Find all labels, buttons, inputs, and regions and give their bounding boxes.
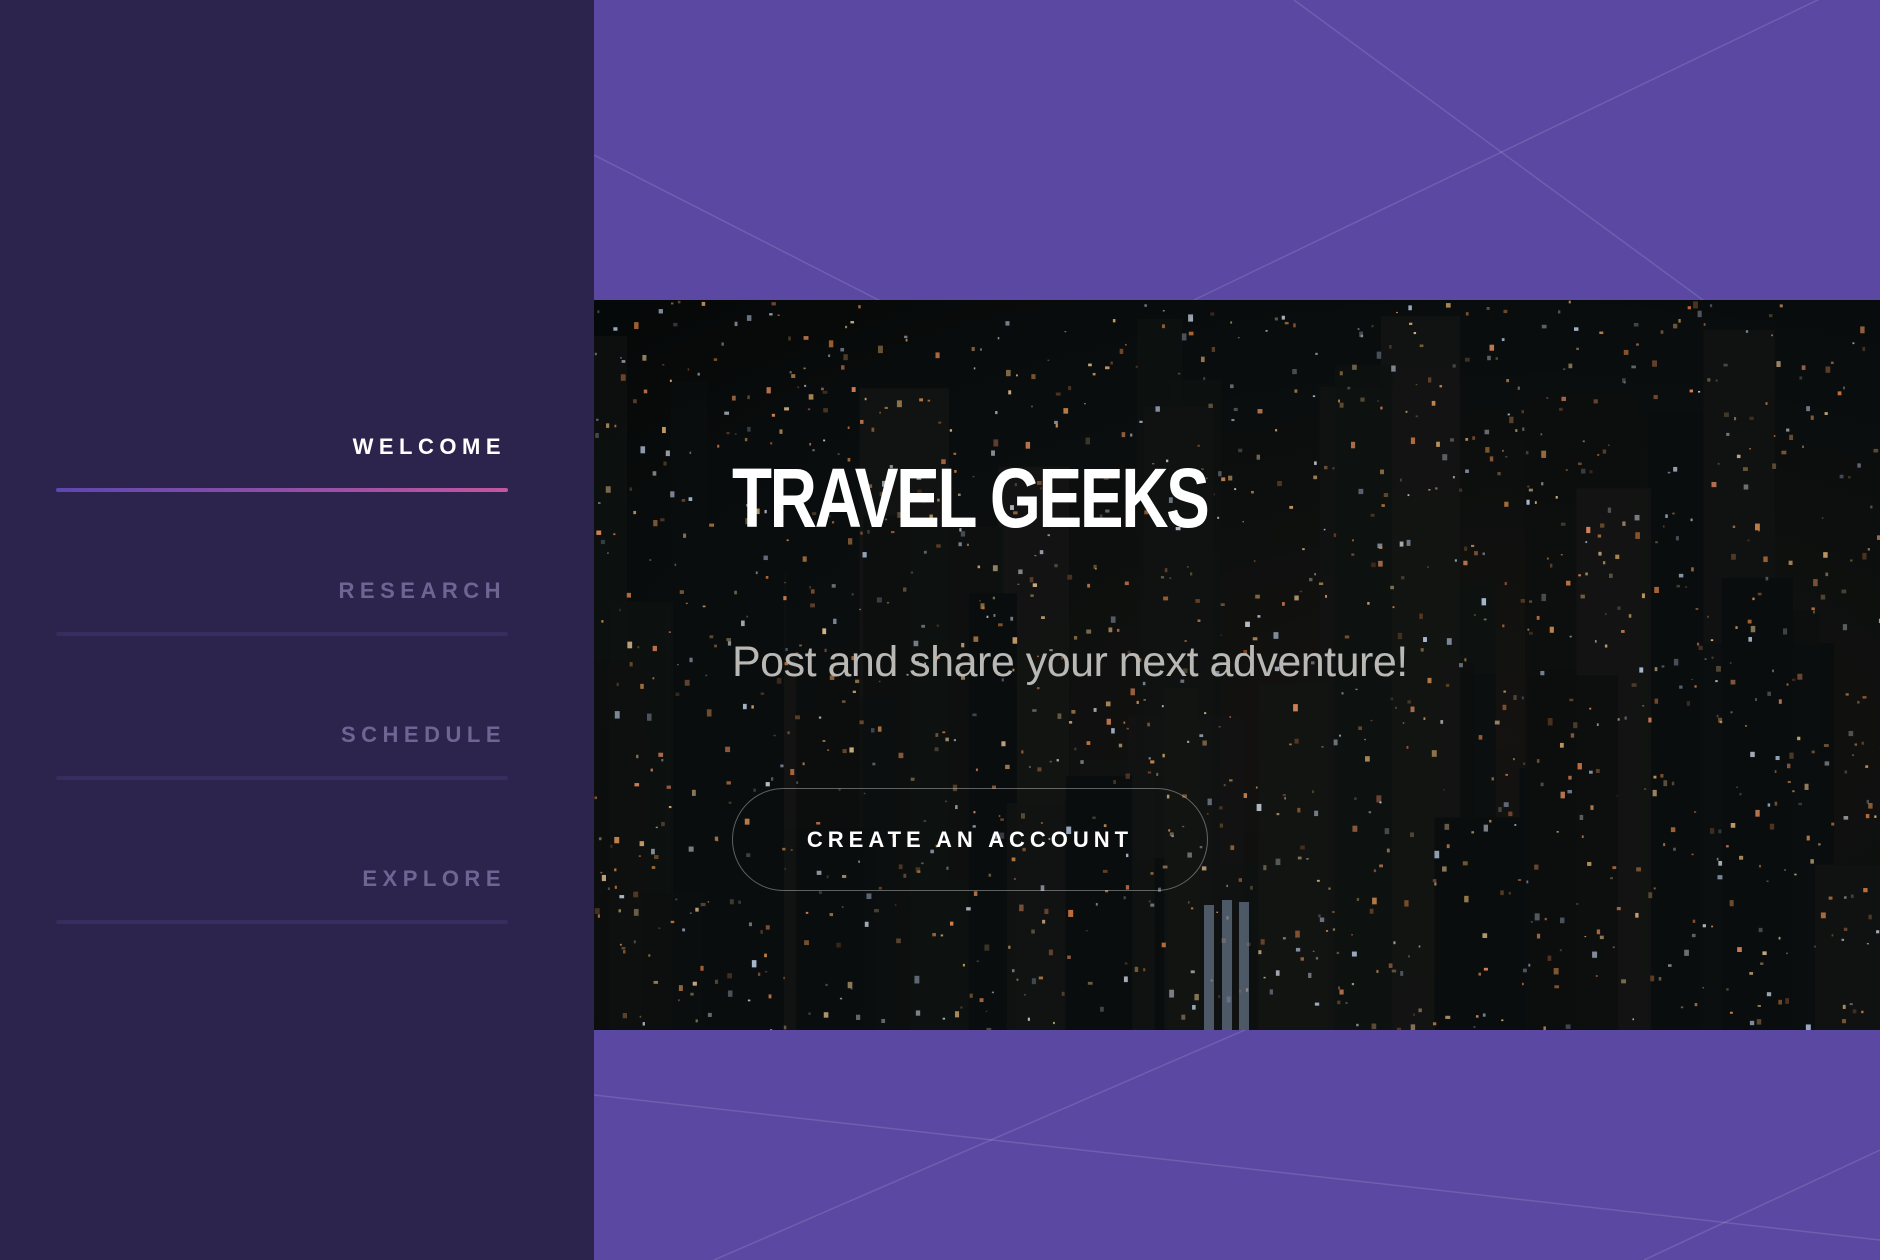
active-underline (56, 488, 508, 492)
sidebar-item-label: EXPLORE (362, 866, 506, 891)
hero-banner: TRAVEL GEEKS Post and share your next ad… (594, 300, 1880, 1030)
create-account-label: CREATE AN ACCOUNT (806, 826, 1134, 852)
sidebar-item-schedule[interactable]: SCHEDULE (56, 708, 508, 852)
item-underline (56, 776, 508, 780)
sidebar: WELCOME RESEARCH SCHEDULE EXPLORE (0, 0, 594, 1260)
hero-subtitle: Post and share your next adventure! (732, 638, 1408, 686)
item-underline (56, 632, 508, 636)
sidebar-item-welcome[interactable]: WELCOME (56, 420, 508, 564)
sidebar-item-label: SCHEDULE (340, 722, 506, 747)
sidebar-item-explore[interactable]: EXPLORE (56, 852, 508, 996)
create-account-button[interactable]: CREATE AN ACCOUNT (732, 788, 1208, 891)
sidebar-nav: WELCOME RESEARCH SCHEDULE EXPLORE (56, 420, 508, 996)
hero-title: TRAVEL GEEKS (732, 451, 1210, 545)
sidebar-item-label: RESEARCH (338, 578, 506, 603)
sidebar-item-label: WELCOME (352, 434, 506, 459)
sidebar-item-research[interactable]: RESEARCH (56, 564, 508, 708)
item-underline (56, 920, 508, 924)
main-content: TRAVEL GEEKS Post and share your next ad… (594, 0, 1880, 1260)
